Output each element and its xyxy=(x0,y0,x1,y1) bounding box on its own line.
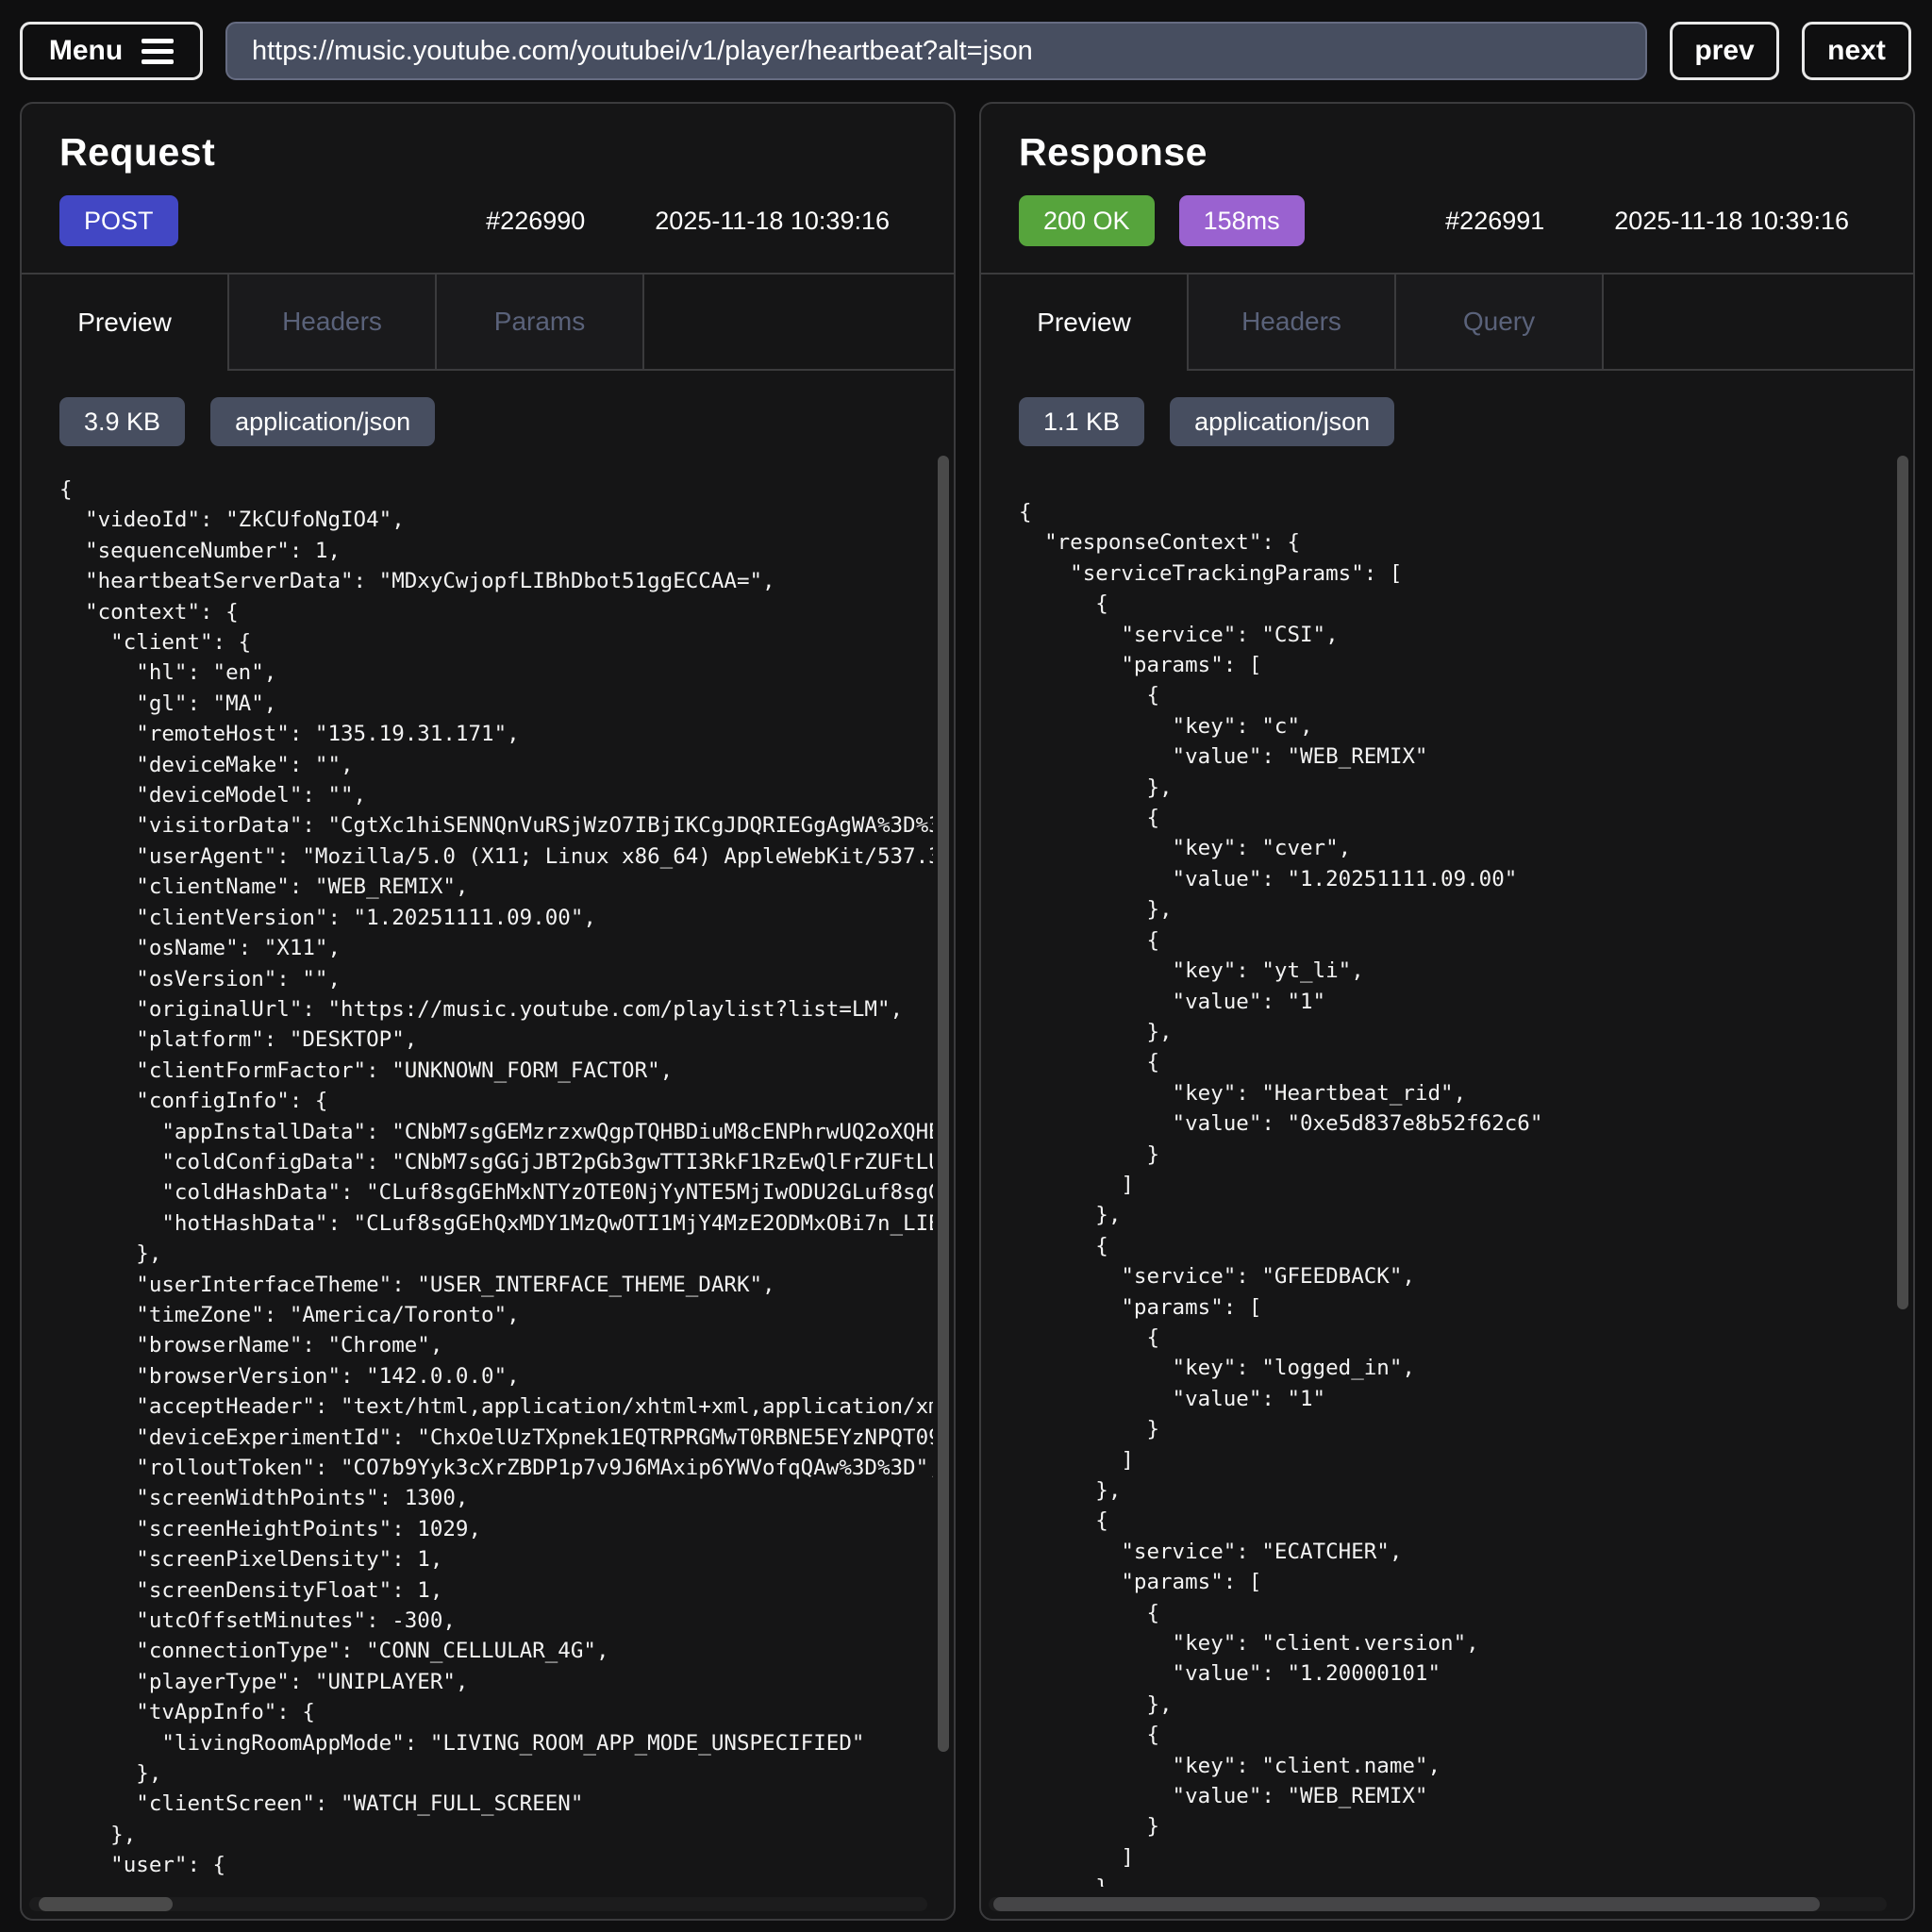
response-tab-preview[interactable]: Preview xyxy=(981,275,1189,371)
response-vertical-scrollbar[interactable] xyxy=(1897,456,1908,1309)
request-tab-filler xyxy=(644,275,954,371)
request-tab-preview[interactable]: Preview xyxy=(22,275,229,371)
request-meta-row: POST #226990 2025-11-18 10:39:16 xyxy=(22,175,954,246)
request-panel: Request POST #226990 2025-11-18 10:39:16… xyxy=(20,102,956,1921)
request-vertical-scrollbar[interactable] xyxy=(938,456,949,1752)
response-json-body: { "responseContext": { "serviceTrackingP… xyxy=(1019,497,1892,1887)
prev-button[interactable]: prev xyxy=(1670,22,1779,80)
request-tab-bar: Preview Headers Params xyxy=(22,273,954,371)
hamburger-icon xyxy=(142,39,174,64)
url-input[interactable] xyxy=(225,22,1647,80)
response-meta-row: 200 OK 158ms #226991 2025-11-18 10:39:16 xyxy=(981,175,1913,246)
response-horizontal-scrollbar-track xyxy=(989,1897,1887,1911)
response-horizontal-scrollbar[interactable] xyxy=(993,1897,1820,1911)
next-button[interactable]: next xyxy=(1802,22,1911,80)
request-horizontal-scrollbar-track xyxy=(29,1897,927,1911)
response-timestamp: 2025-11-18 10:39:16 xyxy=(1614,207,1849,236)
request-tab-headers[interactable]: Headers xyxy=(229,275,437,371)
response-id: #226991 xyxy=(1445,207,1544,236)
request-horizontal-scrollbar[interactable] xyxy=(39,1897,174,1911)
request-content-badges: 3.9 KB application/json xyxy=(22,371,954,446)
panels-container: Request POST #226990 2025-11-18 10:39:16… xyxy=(20,102,1915,1921)
request-size-badge: 3.9 KB xyxy=(59,397,185,446)
top-navigation-bar: Menu prev next xyxy=(0,0,1932,81)
request-timestamp: 2025-11-18 10:39:16 xyxy=(655,207,890,236)
response-body-area: { "responseContext": { "serviceTrackingP… xyxy=(981,446,1913,1919)
response-title: Response xyxy=(981,104,1913,175)
response-status-badge: 200 OK xyxy=(1019,195,1155,246)
request-content-type-badge: application/json xyxy=(210,397,435,446)
menu-button-label: Menu xyxy=(49,35,123,67)
request-title: Request xyxy=(22,104,954,175)
response-tab-headers[interactable]: Headers xyxy=(1189,275,1396,371)
request-method-badge: POST xyxy=(59,195,178,246)
menu-button[interactable]: Menu xyxy=(20,22,203,80)
response-size-badge: 1.1 KB xyxy=(1019,397,1144,446)
request-json-body: { "videoId": "ZkCUfoNgIO4", "sequenceNum… xyxy=(59,475,933,1887)
response-content-badges: 1.1 KB application/json xyxy=(981,371,1913,446)
response-tab-query[interactable]: Query xyxy=(1396,275,1604,371)
response-duration-badge: 158ms xyxy=(1179,195,1305,246)
response-tab-filler xyxy=(1604,275,1913,371)
request-body-area: { "videoId": "ZkCUfoNgIO4", "sequenceNum… xyxy=(22,446,954,1919)
response-tab-bar: Preview Headers Query xyxy=(981,273,1913,371)
response-content-type-badge: application/json xyxy=(1170,397,1394,446)
request-id: #226990 xyxy=(486,207,585,236)
response-panel: Response 200 OK 158ms #226991 2025-11-18… xyxy=(979,102,1915,1921)
request-tab-params[interactable]: Params xyxy=(437,275,644,371)
